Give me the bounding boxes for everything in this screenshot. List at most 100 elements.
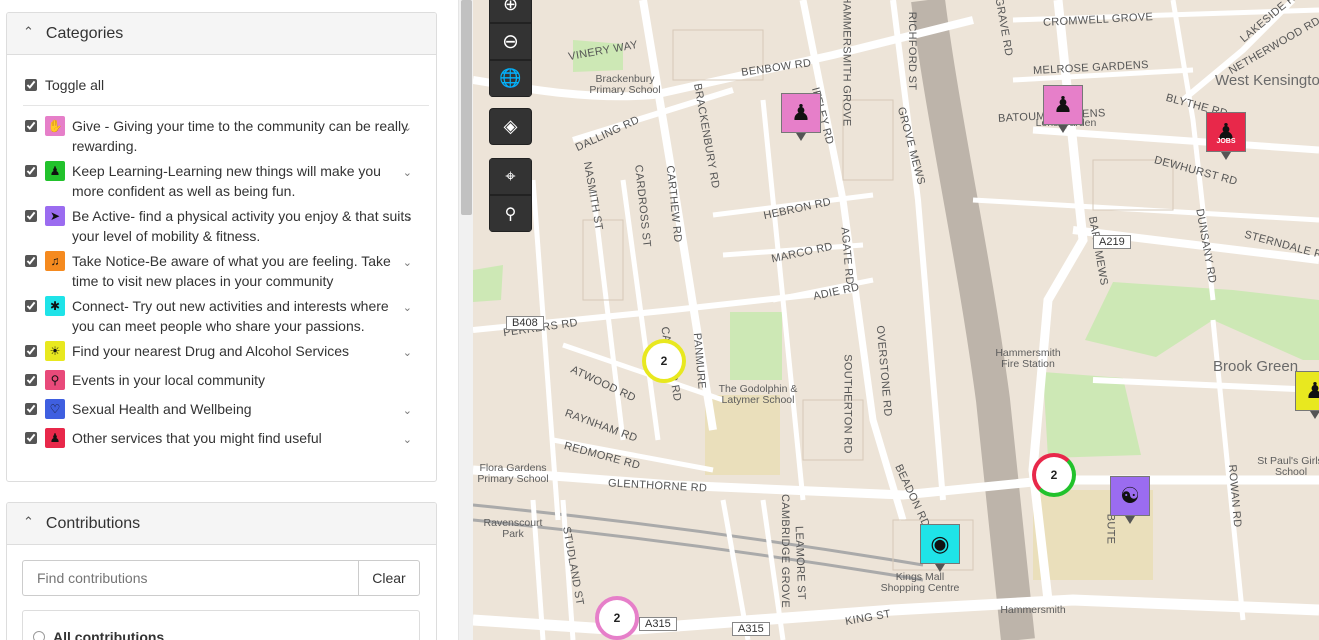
- school-area: [705, 395, 780, 475]
- school-field: [730, 312, 782, 380]
- locate-search-group: ⌖ ⚲: [489, 158, 532, 232]
- category-checkbox[interactable]: [25, 300, 37, 312]
- marker-cluster[interactable]: 2: [595, 596, 639, 640]
- category-checkbox[interactable]: [25, 345, 37, 357]
- chevron-down-icon[interactable]: ⌄: [403, 253, 412, 273]
- category-row: ♟ Other services that you might find usef…: [23, 428, 422, 457]
- layers-icon: ◈: [503, 116, 518, 136]
- people-pair-icon: ♟: [45, 428, 65, 448]
- category-list: Toggle all ✋ Give - Giving your time to t…: [7, 55, 436, 457]
- street-label: LEAMORE ST: [792, 525, 808, 601]
- category-checkbox[interactable]: [25, 120, 37, 132]
- layers-button[interactable]: ◈: [489, 108, 532, 145]
- marker-text: JOBS: [1216, 138, 1236, 145]
- runner-icon: ➤: [45, 206, 65, 226]
- poi-label: St Paul's Girls' School: [1257, 455, 1319, 478]
- category-row: ⚲ Events in your local community: [23, 370, 422, 399]
- chevron-down-icon[interactable]: ⌄: [403, 208, 412, 228]
- all-contributions-radio[interactable]: [33, 631, 45, 640]
- zoom-out-button[interactable]: ⊖: [489, 23, 532, 60]
- street-label: BUTE: [1104, 513, 1117, 545]
- globe-icon: 🌐: [499, 68, 522, 88]
- scrollbar-thumb[interactable]: [461, 0, 472, 215]
- map-marker[interactable]: ♟: [1043, 85, 1083, 133]
- place-label: West Kensington Park: [1215, 72, 1319, 89]
- map-marker[interactable]: ☯: [1110, 476, 1150, 524]
- park-area: [1043, 372, 1141, 458]
- category-checkbox[interactable]: [25, 374, 37, 386]
- category-label: Take Notice-Be aware of what you are fee…: [72, 253, 391, 289]
- map-marker[interactable]: ♟: [781, 93, 821, 141]
- contributions-filter: All contributions: [22, 610, 420, 640]
- contributions-panel: ⌃ Contributions Clear All contributions: [6, 502, 437, 640]
- marker-cluster[interactable]: 2: [1032, 453, 1076, 497]
- road-number-sign: A219: [1093, 235, 1131, 249]
- street-label: CAMBRIDGE GROVE: [778, 494, 791, 608]
- people-group-icon: ♟: [791, 100, 811, 125]
- toggle-all-row: Toggle all: [23, 75, 429, 106]
- magnifier-icon: ⚲: [45, 370, 65, 390]
- poi-label: Flora Gardens Primary School: [477, 462, 549, 485]
- street-label: HAMMERSMITH GROVE: [840, 0, 853, 127]
- map-canvas[interactable]: ⊕ ⊖ 🌐 ◈ ⌖ ⚲ CROMWELL GROVE MELROSE GARDEN…: [473, 0, 1319, 640]
- category-checkbox[interactable]: [25, 255, 37, 267]
- chevron-down-icon[interactable]: ⌄: [403, 401, 412, 421]
- find-contributions-input[interactable]: [22, 560, 358, 596]
- map-marker[interactable]: ♟: [1295, 371, 1319, 419]
- category-checkbox[interactable]: [25, 165, 37, 177]
- sidebar-scrollbar[interactable]: [458, 0, 473, 640]
- people-group-icon: ♟: [45, 161, 65, 181]
- poi-label: Brackenbury Primary School: [589, 73, 661, 96]
- all-contributions-label: All contributions: [53, 629, 165, 640]
- map-search-button[interactable]: ⚲: [489, 195, 532, 232]
- toggle-all-checkbox[interactable]: [25, 79, 37, 91]
- hands-heart-icon: ✋: [45, 116, 65, 136]
- category-label: Be Active- find a physical activity you …: [72, 208, 412, 244]
- poi-label: Kings Mall Shopping Centre: [880, 571, 960, 594]
- category-row: ✱ Connect- Try out new activities and int…: [23, 296, 422, 341]
- chevron-down-icon[interactable]: ⌄: [403, 298, 412, 318]
- chevron-down-icon[interactable]: ⌄: [403, 343, 412, 363]
- categories-panel-header[interactable]: ⌃ Categories: [7, 13, 436, 55]
- map-base: [473, 0, 1319, 640]
- chevron-up-icon: ⌃: [23, 513, 34, 529]
- green-patch: [473, 265, 503, 302]
- search-icon: ⚲: [504, 205, 517, 223]
- category-checkbox[interactable]: [25, 210, 37, 222]
- road-number-sign: A315: [639, 617, 677, 631]
- place-label: Brook Green: [1213, 358, 1299, 375]
- brook-green-park: [1085, 282, 1319, 360]
- category-row: ☀ Find your nearest Drug and Alcohol Serv…: [23, 341, 422, 370]
- world-view-button[interactable]: 🌐: [489, 60, 532, 97]
- puzzle-icon: ✱: [45, 296, 65, 316]
- marker-cluster[interactable]: 2: [642, 339, 686, 383]
- category-label: Events in your local community: [72, 372, 265, 388]
- chevron-down-icon[interactable]: ⌄: [403, 163, 412, 183]
- map-marker[interactable]: ◉: [920, 524, 960, 572]
- category-row: ✋ Give - Giving your time to the communit…: [23, 116, 422, 161]
- zoom-in-button[interactable]: ⊕: [489, 0, 532, 23]
- toggle-all-label: Toggle all: [45, 77, 105, 93]
- category-row: ➤ Be Active- find a physical activity you…: [23, 206, 422, 251]
- locate-button[interactable]: ⌖: [489, 158, 532, 195]
- clear-button[interactable]: Clear: [358, 560, 420, 596]
- category-checkbox[interactable]: [25, 403, 37, 415]
- map-marker[interactable]: ♟ JOBS: [1206, 112, 1246, 160]
- sun-icon: ☀: [45, 341, 65, 361]
- road-number-sign: B408: [506, 316, 544, 330]
- chevron-down-icon[interactable]: ⌄: [403, 430, 412, 450]
- poi-label: Ravenscourt Park: [483, 517, 543, 540]
- chevron-down-icon[interactable]: ⌄: [403, 118, 412, 138]
- meditation-icon: ☯: [1120, 483, 1140, 508]
- street-label: SOUTHERTON RD: [841, 354, 854, 454]
- people-group-icon: ♟: [1305, 378, 1319, 403]
- categories-panel: ⌃ Categories Toggle all ✋ Give - Giving y…: [6, 12, 437, 482]
- street-label: RICHFORD ST: [906, 11, 919, 91]
- category-checkbox[interactable]: [25, 432, 37, 444]
- category-label: Other services that you might find usefu…: [72, 430, 322, 446]
- contributions-panel-header[interactable]: ⌃ Contributions: [7, 503, 436, 545]
- category-row: ♡ Sexual Health and Wellbeing ⌄: [23, 399, 422, 428]
- contributions-title: Contributions: [45, 514, 141, 532]
- categories-title: Categories: [45, 24, 124, 42]
- category-label: Keep Learning-Learning new things will m…: [72, 163, 381, 199]
